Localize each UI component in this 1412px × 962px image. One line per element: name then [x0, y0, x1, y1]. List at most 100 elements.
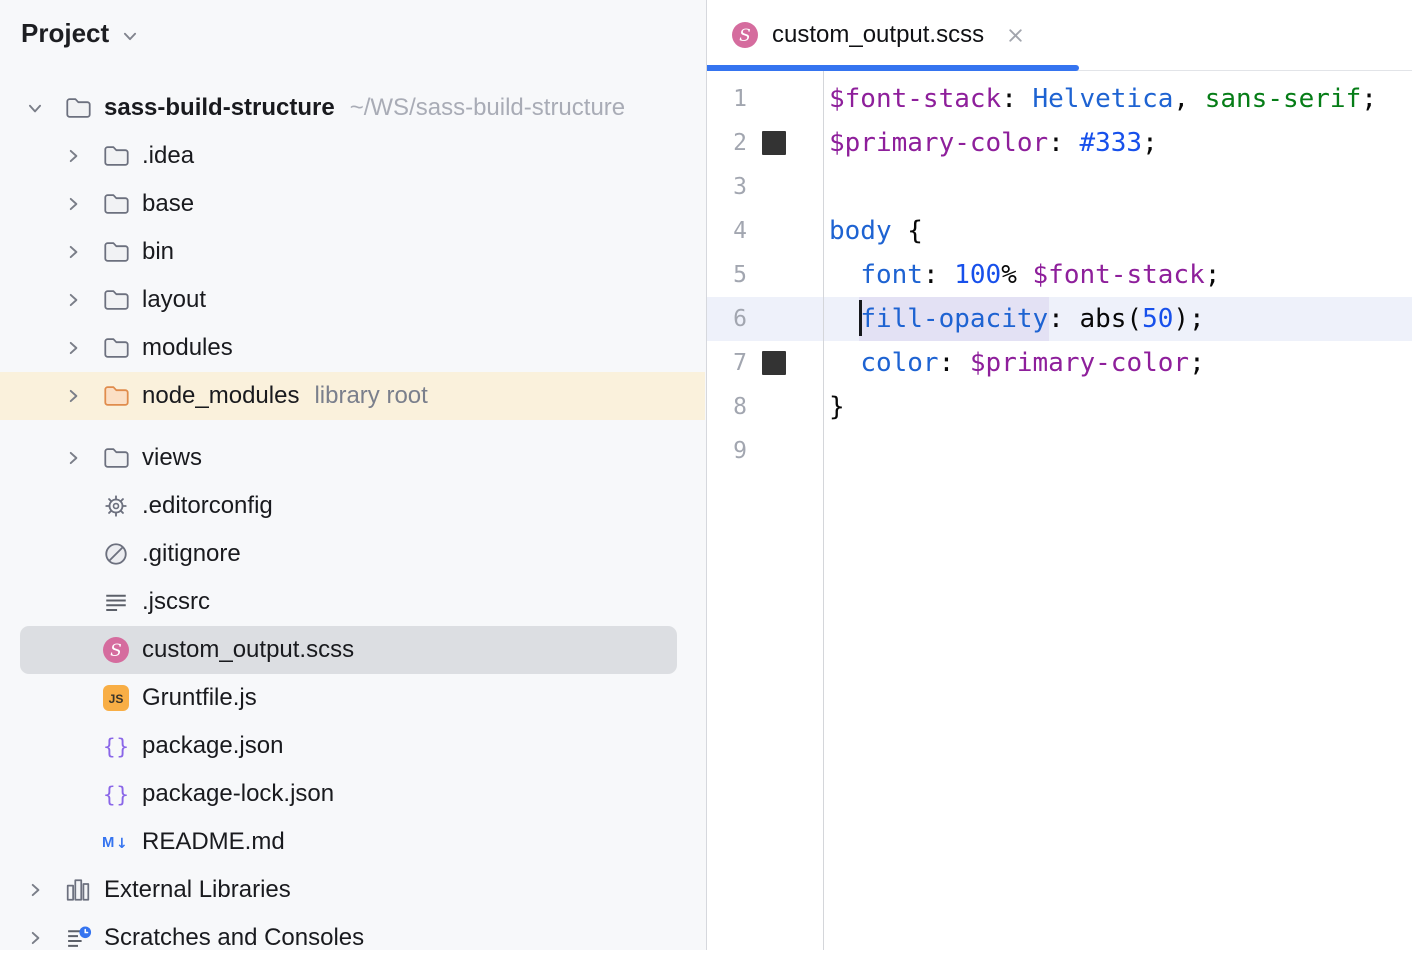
folder-icon: [102, 286, 130, 314]
color-preview-swatch[interactable]: [762, 131, 786, 155]
tree-item-package-lock-json[interactable]: {} package-lock.json: [0, 770, 705, 818]
tree-item-base[interactable]: base: [0, 180, 705, 228]
editor-gutter: 123456789: [707, 71, 823, 950]
chevron-right-icon[interactable]: [64, 195, 82, 213]
tree-item-label: sass-build-structure: [104, 94, 335, 122]
tree-item-label: .gitignore: [142, 540, 241, 568]
color-preview-swatch[interactable]: [762, 351, 786, 375]
tree-item-label: .editorconfig: [142, 492, 273, 520]
svg-text:{}: {}: [103, 783, 130, 807]
code-line-9[interactable]: [824, 429, 1412, 473]
library-folder-icon: [102, 382, 130, 410]
code-line-7[interactable]: color: $primary-color;: [824, 341, 1412, 385]
chevron-right-icon[interactable]: [64, 243, 82, 261]
code-line-3[interactable]: [824, 165, 1412, 209]
folder-icon: [102, 190, 130, 218]
svg-text:S: S: [739, 26, 751, 46]
chevron-right-icon[interactable]: [64, 339, 82, 357]
code-line-8[interactable]: }: [824, 385, 1412, 429]
editor-content[interactable]: $font-stack: Helvetica, sans-serif;$prim…: [823, 71, 1412, 950]
line-number: 6: [707, 306, 747, 332]
tree-item-idea[interactable]: .idea: [0, 132, 705, 180]
line-number: 1: [707, 86, 747, 112]
line-number: 3: [707, 174, 747, 200]
svg-text:M: M: [102, 835, 114, 851]
chevron-down-icon[interactable]: [121, 27, 139, 45]
text-caret: [859, 300, 862, 336]
sass-file-icon: S: [102, 636, 130, 664]
svg-text:JS: JS: [109, 692, 124, 706]
tree-item-label: modules: [142, 334, 233, 362]
project-path: ~/WS/sass-build-structure: [350, 94, 625, 122]
library-root-badge: library root: [314, 382, 427, 410]
folder-icon: [102, 142, 130, 170]
tree-item-bin[interactable]: bin: [0, 228, 705, 276]
code-line-6[interactable]: fill-opacity: abs(50);: [824, 297, 1412, 341]
chevron-right-icon[interactable]: [26, 929, 44, 947]
javascript-file-icon: JS: [102, 684, 130, 712]
tree-item-label: custom_output.scss: [142, 636, 354, 664]
tree-item-label: bin: [142, 238, 174, 266]
markdown-file-icon: M↓: [102, 828, 130, 856]
folder-icon: [102, 334, 130, 362]
editor-tab-bar: S custom_output.scss: [707, 0, 1412, 71]
editor-tab-custom-output-scss[interactable]: S custom_output.scss: [707, 0, 1044, 70]
gutter-spacer: [762, 395, 786, 419]
gutter-spacer: [762, 439, 786, 463]
code-line-2[interactable]: $primary-color: #333;: [824, 121, 1412, 165]
tree-item-label: node_modules: [142, 382, 299, 410]
code-line-5[interactable]: font: 100% $font-stack;: [824, 253, 1412, 297]
tree-item-label: package-lock.json: [142, 780, 334, 808]
gutter-spacer: [762, 219, 786, 243]
tree-item-label: layout: [142, 286, 206, 314]
chevron-right-icon[interactable]: [64, 449, 82, 467]
svg-text:↓: ↓: [116, 836, 128, 852]
gutter-spacer: [762, 307, 786, 331]
line-number: 5: [707, 262, 747, 288]
gutter-spacer: [762, 175, 786, 199]
gutter-spacer: [762, 263, 786, 287]
tree-item-layout[interactable]: layout: [0, 276, 705, 324]
project-panel-title: Project: [21, 18, 109, 49]
tree-item-node-modules[interactable]: node_modules library root: [0, 372, 705, 420]
tree-item-label: views: [142, 444, 202, 472]
tree-item-label: External Libraries: [104, 876, 291, 904]
folder-icon: [64, 94, 92, 122]
tree-item-gitignore[interactable]: .gitignore: [0, 530, 705, 578]
code-line-1[interactable]: $font-stack: Helvetica, sans-serif;: [824, 77, 1412, 121]
tree-item-readme-md[interactable]: M↓ README.md: [0, 818, 705, 866]
chevron-right-icon[interactable]: [26, 881, 44, 899]
tree-item-scratches-and-consoles[interactable]: Scratches and Consoles: [0, 914, 705, 962]
tree-item-jscsrc[interactable]: .jscsrc: [0, 578, 705, 626]
tree-item-gruntfile-js[interactable]: JSGruntfile.js: [0, 674, 705, 722]
tree-item-label: Scratches and Consoles: [104, 924, 364, 952]
project-tree: sass-build-structure ~/WS/sass-build-stru…: [0, 84, 705, 962]
json-file-icon: {}: [102, 780, 130, 808]
tree-item-label: README.md: [142, 828, 285, 856]
editorconfig-gear-icon: [102, 492, 130, 520]
chevron-right-icon[interactable]: [64, 291, 82, 309]
tab-title: custom_output.scss: [772, 21, 984, 49]
tree-item-views[interactable]: views: [0, 434, 705, 482]
svg-text:S: S: [110, 641, 122, 661]
tree-item-custom-output-scss[interactable]: Scustom_output.scss: [0, 626, 705, 674]
chevron-right-icon[interactable]: [64, 147, 82, 165]
tree-item-package-json[interactable]: {}package.json: [0, 722, 705, 770]
project-panel-header[interactable]: Project: [0, 0, 706, 49]
line-number: 8: [707, 394, 747, 420]
tab-close-icon[interactable]: [1005, 25, 1026, 46]
code-line-4[interactable]: body {: [824, 209, 1412, 253]
tree-item-external-libraries[interactable]: External Libraries: [0, 866, 705, 914]
text-file-icon: [102, 588, 130, 616]
chevron-down-icon[interactable]: [26, 99, 44, 117]
line-number: 2: [707, 130, 747, 156]
tree-item-label: .idea: [142, 142, 194, 170]
tree-item-sass-build-structure[interactable]: sass-build-structure ~/WS/sass-build-stru…: [0, 84, 705, 132]
code-area: 123456789 $font-stack: Helvetica, sans-s…: [707, 71, 1412, 950]
folder-icon: [102, 444, 130, 472]
tree-item-modules[interactable]: modules: [0, 324, 705, 372]
svg-text:{}: {}: [103, 735, 130, 759]
external-libraries-icon: [64, 876, 92, 904]
tree-item-editorconfig[interactable]: .editorconfig: [0, 482, 705, 530]
chevron-right-icon[interactable]: [64, 387, 82, 405]
